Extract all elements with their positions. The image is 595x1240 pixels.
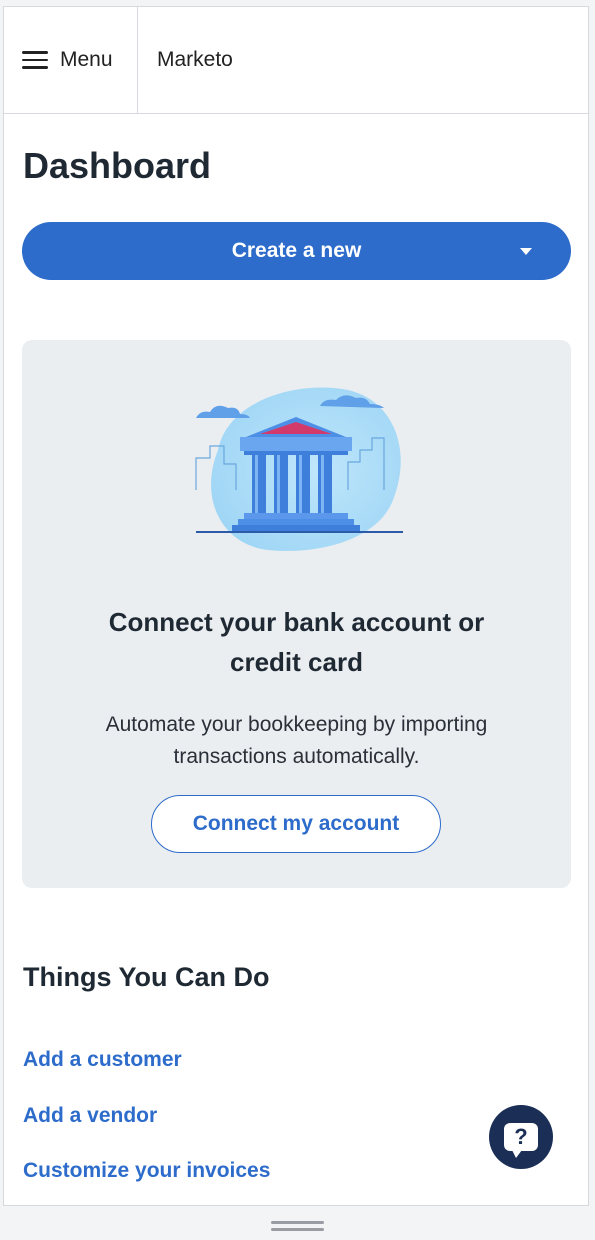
connect-bank-card: Connect your bank account or credit card… (22, 340, 571, 888)
app-frame: Menu Marketo Dashboard Create a new Conn… (3, 6, 589, 1206)
add-vendor-link[interactable]: Add a vendor (23, 1104, 157, 1128)
drag-handle-bottom[interactable] (271, 1228, 324, 1231)
hamburger-menu-icon (22, 50, 48, 70)
connect-bank-title-line1: Connect your bank account or (108, 607, 485, 637)
connect-bank-title: Connect your bank account or credit card (22, 602, 571, 682)
drag-handle-top[interactable] (271, 1221, 324, 1224)
connect-bank-description: Automate your bookkeeping by importing t… (22, 709, 571, 773)
menu-button[interactable]: Menu (4, 7, 138, 113)
connect-my-account-button[interactable]: Connect my account (151, 795, 441, 853)
top-bar: Menu Marketo (4, 7, 588, 114)
caret-down-icon (520, 248, 532, 255)
connect-bank-desc-line2: transactions automatically. (173, 745, 420, 768)
customize-invoices-link[interactable]: Customize your invoices (23, 1159, 270, 1183)
brand-name: Marketo (157, 48, 233, 71)
help-chat-icon: ? (504, 1123, 538, 1158)
things-you-can-do-title: Things You Can Do (23, 962, 270, 992)
connect-bank-title-line2: credit card (230, 647, 363, 677)
bank-illustration (195, 387, 403, 551)
menu-label: Menu (60, 48, 113, 71)
create-new-button[interactable]: Create a new (22, 222, 571, 280)
page-title: Dashboard (23, 145, 212, 186)
create-new-label: Create a new (231, 239, 362, 262)
help-chat-button[interactable]: ? (489, 1105, 553, 1169)
connect-bank-desc-line1: Automate your bookkeeping by importing (105, 713, 488, 736)
add-customer-link[interactable]: Add a customer (23, 1048, 182, 1072)
